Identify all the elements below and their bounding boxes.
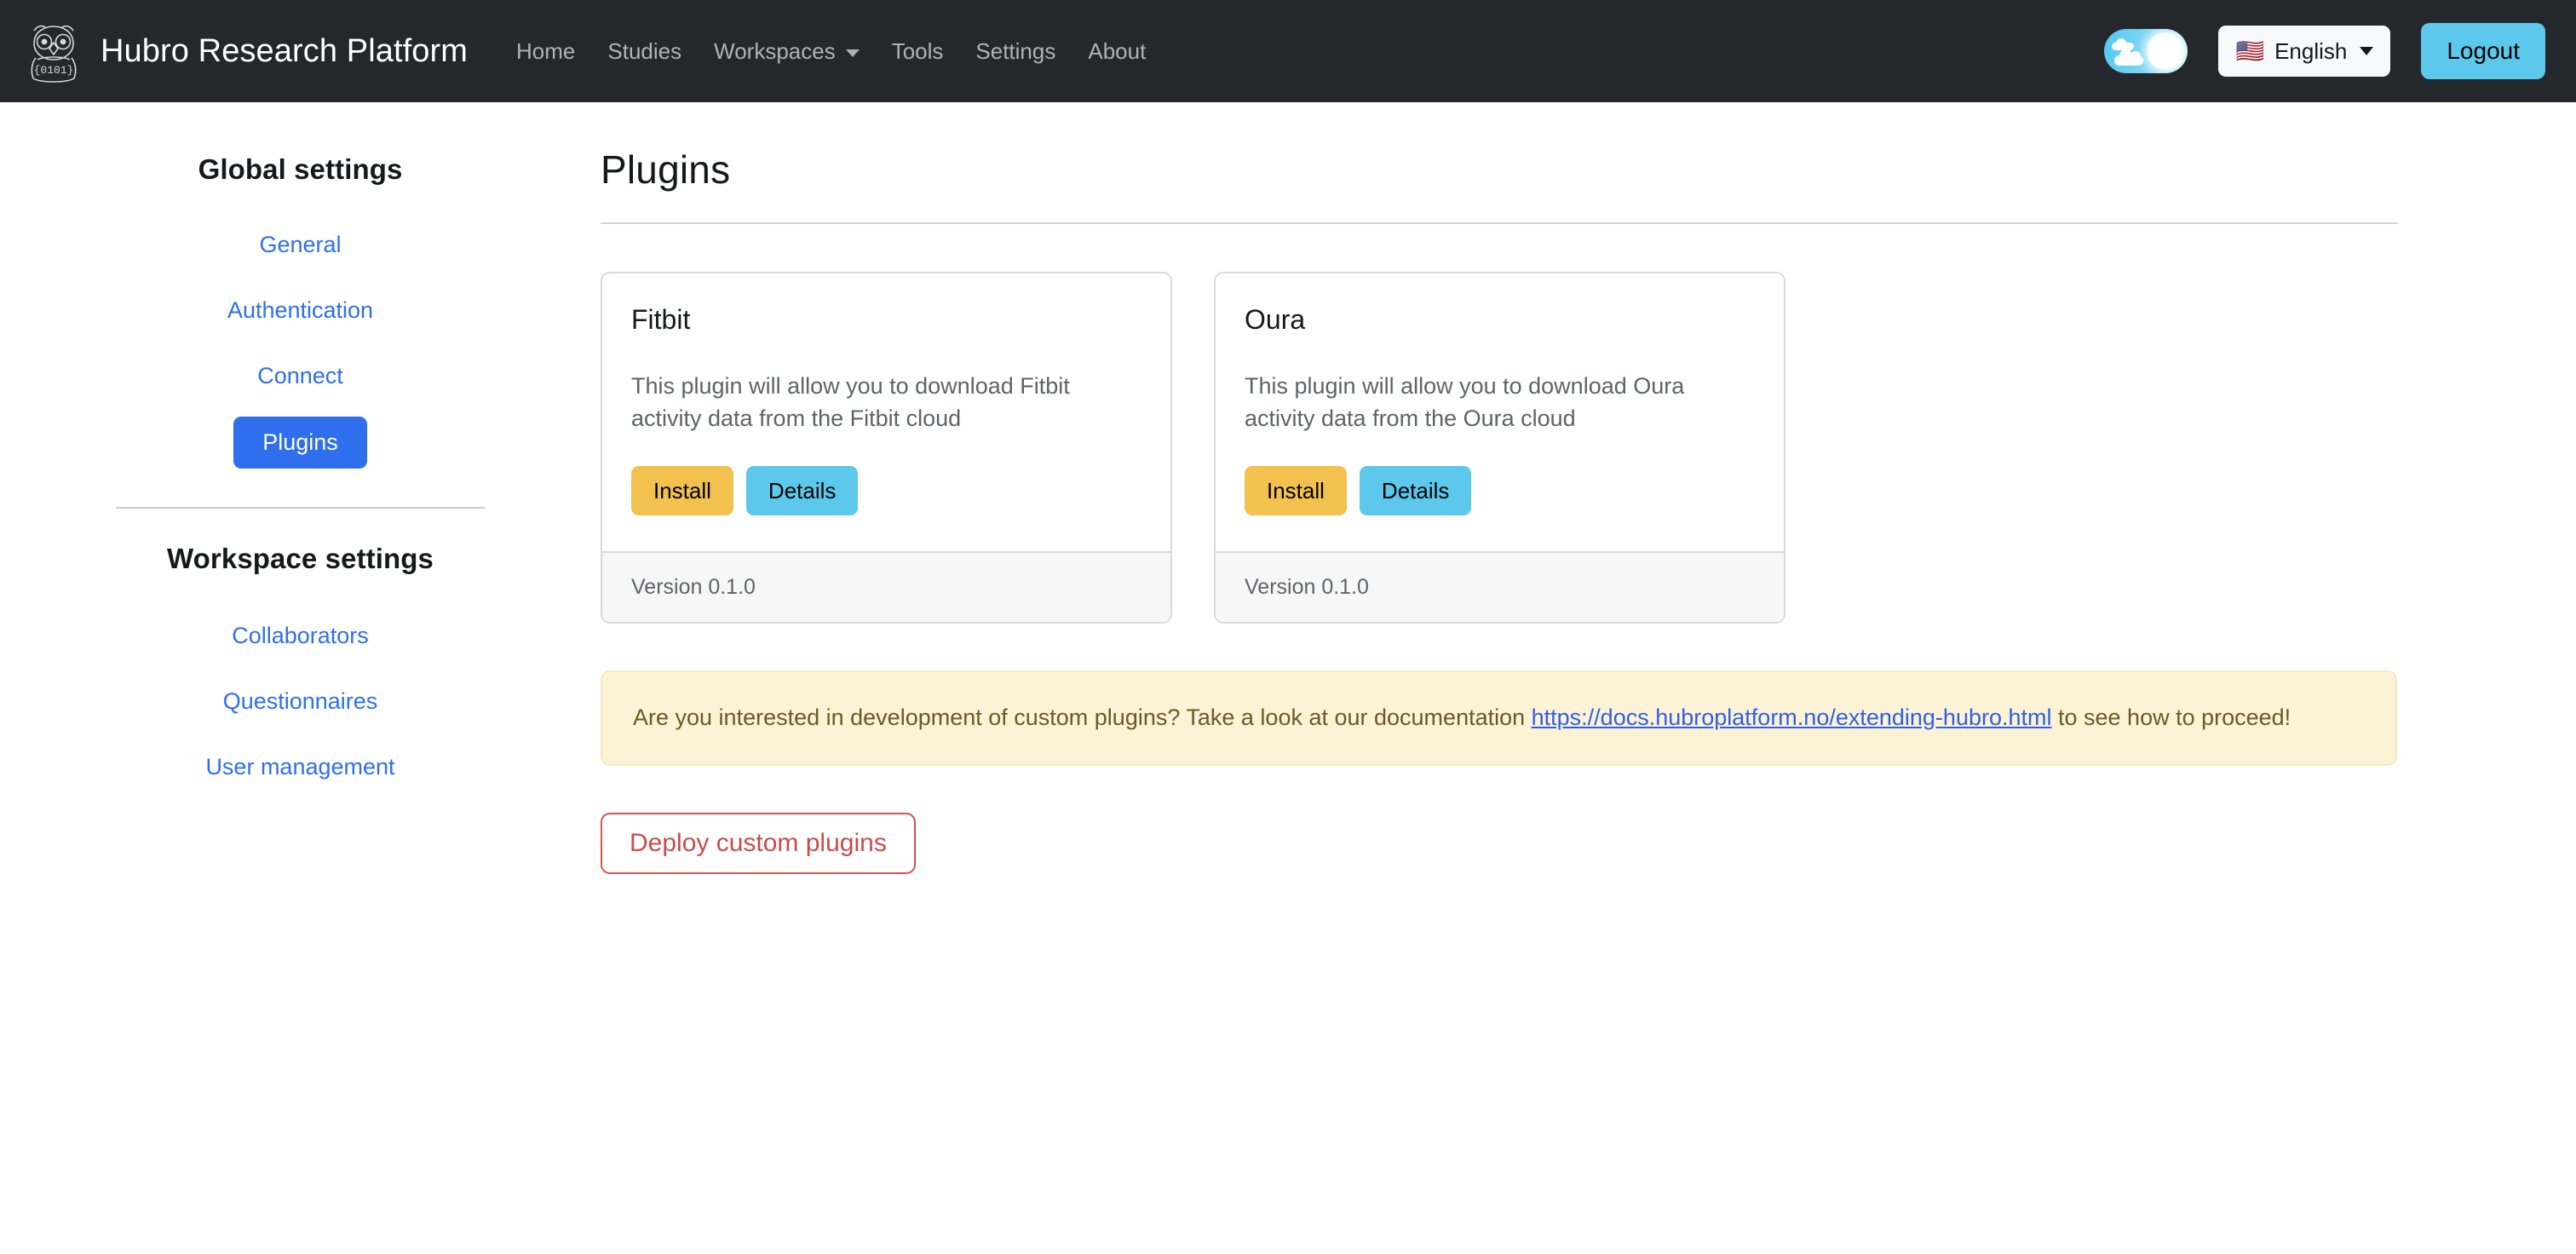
us-flag-icon: 🇺🇸 [2235,37,2265,64]
title-divider [601,222,2398,224]
sidebar-item-connect[interactable]: Connect [0,351,601,401]
global-settings-heading: Global settings [198,153,403,185]
card-actions: Install Details [631,465,1141,515]
sidebar-item-collaborators[interactable]: Collaborators [0,611,601,661]
plugin-card-oura: Oura This plugin will allow you to downl… [1214,272,1785,624]
plugin-card-list: Fitbit This plugin will allow you to dow… [601,272,2398,624]
page-layout: Global settings General Authentication C… [0,102,2576,874]
sidebar-divider [116,507,485,509]
details-button[interactable]: Details [745,465,859,515]
nav-item-tools[interactable]: Tools [876,30,960,73]
sidebar-item-general[interactable]: General [0,220,601,270]
alert-text-after: to see how to proceed! [2051,704,2291,730]
card-body: Fitbit This plugin will allow you to dow… [602,273,1170,551]
nav-item-about[interactable]: About [1072,30,1162,73]
sidebar-item-authentication[interactable]: Authentication [0,285,601,336]
settings-sidebar: Global settings General Authentication C… [0,102,601,792]
page-title: Plugins [601,147,731,192]
nav-item-workspaces[interactable]: Workspaces [698,30,876,73]
nav-item-studies[interactable]: Studies [591,30,698,73]
nav-item-home[interactable]: Home [500,30,591,73]
brand[interactable]: {0101} Hubro Research Platform [26,19,468,83]
nav-links: Home Studies Workspaces Tools Settings A… [500,30,1162,73]
install-button[interactable]: Install [1245,465,1347,515]
details-button[interactable]: Details [1359,465,1472,515]
deploy-custom-plugins-button[interactable]: Deploy custom plugins [601,812,916,874]
custom-plugins-info-alert: Are you interested in development of cus… [601,670,2397,766]
card-actions: Install Details [1245,465,1755,515]
alert-text-before: Are you interested in development of cus… [633,704,1532,730]
sun-icon [2147,32,2185,70]
workspace-settings-heading: Workspace settings [167,543,434,574]
owl-logo-icon: {0101} [26,19,82,83]
plugin-description: This plugin will allow you to download F… [631,373,1070,432]
sidebar-item-questionnaires[interactable]: Questionnaires [0,676,601,727]
nav-item-label: Tools [891,37,944,64]
plugin-version: Version 0.1.0 [602,550,1170,622]
plugin-name: Fitbit [631,304,691,335]
plugin-version: Version 0.1.0 [1216,550,1784,622]
day-night-toggle-icon[interactable] [2104,29,2188,73]
nav-item-settings[interactable]: Settings [959,30,1072,73]
nav-item-label: Workspaces [714,37,836,64]
card-body: Oura This plugin will allow you to downl… [1216,273,1784,551]
top-navbar: {0101} Hubro Research Platform Home Stud… [0,0,2576,102]
install-button[interactable]: Install [631,465,733,515]
sidebar-item-user-management[interactable]: User management [0,742,601,792]
main-content: Plugins Fitbit This plugin will allow yo… [601,102,2576,874]
cloud-icon [2114,49,2144,66]
chevron-down-icon [2360,47,2374,55]
plugin-name: Oura [1245,304,1306,335]
plugin-card-fitbit: Fitbit This plugin will allow you to dow… [601,272,1172,624]
documentation-link[interactable]: https://docs.hubroplatform.no/extending-… [1532,705,2052,730]
chevron-down-icon [845,49,860,57]
nav-item-label: Studies [607,37,682,64]
navbar-right-controls: 🇺🇸 English Logout [2104,23,2545,79]
brand-title: Hubro Research Platform [101,32,469,69]
nav-item-label: About [1088,37,1147,64]
plugin-description: This plugin will allow you to download O… [1245,373,1685,432]
language-label: English [2274,37,2348,64]
language-selector[interactable]: 🇺🇸 English [2218,26,2391,77]
logout-button[interactable]: Logout [2421,23,2545,79]
nav-item-label: Home [516,37,576,64]
sidebar-item-plugins[interactable]: Plugins [233,417,367,469]
svg-text:{0101}: {0101} [34,64,74,77]
nav-item-label: Settings [975,37,1056,64]
